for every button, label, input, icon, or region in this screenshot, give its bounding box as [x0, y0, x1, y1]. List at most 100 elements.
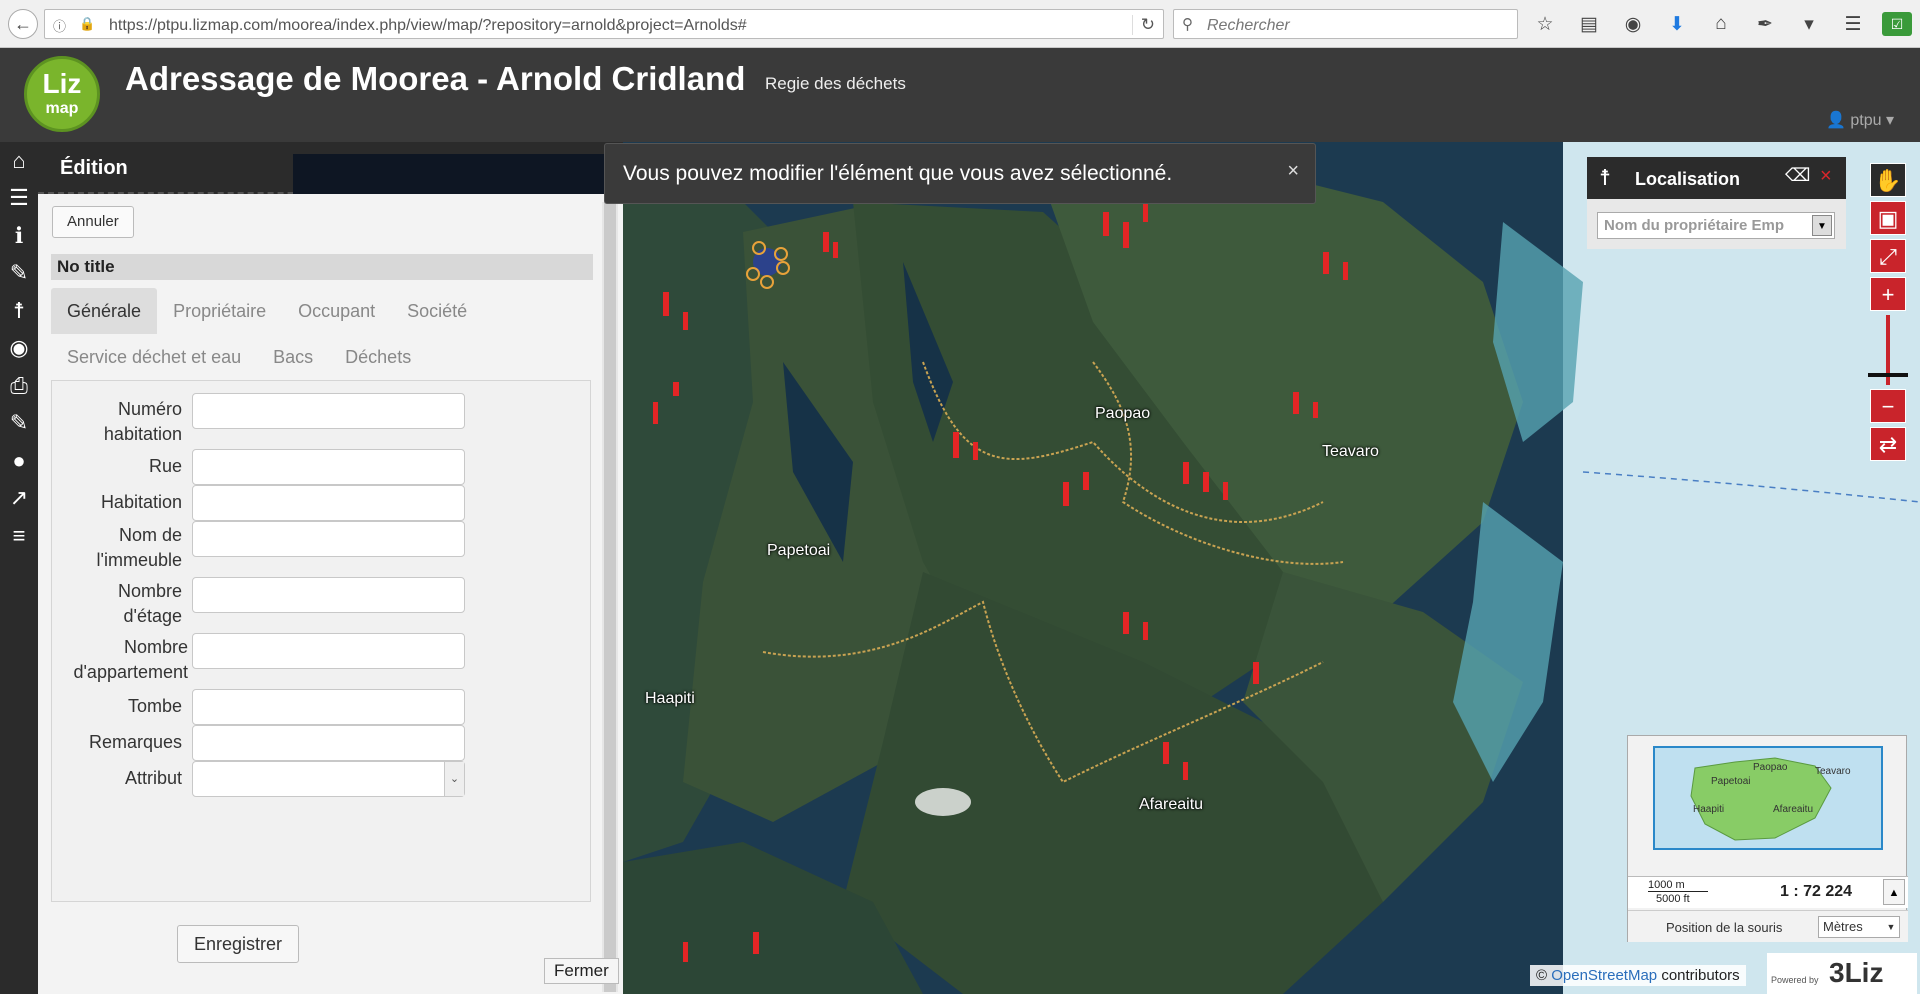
- browser-search-input[interactable]: ⚲ Rechercher: [1173, 9, 1518, 39]
- scale-value: 1 : 72 224: [1780, 883, 1853, 900]
- lock-icon: 🔒: [79, 16, 96, 31]
- localisation-panel: ☨ Localisation ⌫ × Nom du propriétaire E…: [1587, 157, 1846, 249]
- field-label: Rue: [148, 456, 182, 476]
- tab-occupant[interactable]: Occupant: [282, 288, 391, 334]
- home-icon[interactable]: ⌂: [1706, 13, 1736, 35]
- scale-line: 1000 m 5000 ft 1 : 72 224 ▲: [1628, 876, 1908, 908]
- zoom-extent-icon[interactable]: ⤢: [1870, 239, 1906, 273]
- attribution-suffix: contributors: [1661, 967, 1740, 984]
- attribut-select[interactable]: ⌄: [192, 761, 465, 797]
- locate-icon[interactable]: ☨: [0, 292, 38, 330]
- place-label-paopao: Paopao: [1095, 405, 1151, 422]
- field-label: Nombre d'étage: [117, 581, 182, 626]
- zoom-handle[interactable]: [1868, 373, 1908, 377]
- alert-close-icon[interactable]: ×: [1287, 160, 1299, 183]
- extension-icon[interactable]: ☑: [1882, 12, 1912, 36]
- cancel-button[interactable]: Annuler: [52, 206, 134, 238]
- info-icon[interactable]: ⓘ: [53, 16, 66, 35]
- bookmark-star-icon[interactable]: ☆: [1530, 13, 1560, 36]
- geolocation-icon[interactable]: ◉: [0, 330, 38, 368]
- tab-dechets[interactable]: Déchets: [329, 334, 427, 380]
- tools-icon[interactable]: ✒: [1750, 13, 1780, 36]
- localisation-select[interactable]: Nom du propriétaire Emp ▼: [1597, 212, 1835, 239]
- overview-minimap[interactable]: Paopao Teavaro Papetoai Haapiti Afareait…: [1653, 746, 1883, 850]
- download-icon[interactable]: ⬇: [1662, 13, 1692, 36]
- history-previous-icon[interactable]: ⇄: [1870, 427, 1906, 461]
- chevron-down-icon: ▼: [1886, 922, 1896, 932]
- numero-habitation-input[interactable]: [192, 393, 465, 429]
- tab-service-dechet-eau[interactable]: Service déchet et eau: [51, 334, 257, 380]
- dropdown-icon[interactable]: ▾: [1794, 13, 1824, 36]
- list-icon[interactable]: ≡: [0, 517, 38, 555]
- zoom-slider[interactable]: [1868, 315, 1908, 385]
- tab-generale[interactable]: Générale: [51, 288, 158, 334]
- zoom-out-icon[interactable]: −: [1870, 389, 1906, 423]
- browser-toolbar: ← ⓘ 🔒 https://ptpu.lizmap.com/moorea/ind…: [0, 0, 1920, 48]
- rue-input[interactable]: [192, 449, 465, 485]
- overview-label-haapiti: Haapiti: [1693, 804, 1725, 815]
- tab-bacs[interactable]: Bacs: [257, 334, 329, 380]
- overview-map: Paopao Teavaro Papetoai Haapiti Afareait…: [1627, 735, 1908, 942]
- reload-icon[interactable]: ↻: [1131, 15, 1155, 35]
- overview-toggle-icon[interactable]: ▲: [1883, 879, 1905, 905]
- habitation-input[interactable]: [192, 485, 465, 521]
- field-label: Nom de l'immeuble: [96, 525, 182, 570]
- left-menu: ⌂ ☰ ℹ ✎ ☨ ◉ ⎙ ✎ ● ↗ ≡: [0, 142, 38, 994]
- eraser-icon[interactable]: ⌫: [1785, 165, 1810, 186]
- tombe-input[interactable]: [192, 689, 465, 725]
- field-label: Tombe: [127, 696, 182, 716]
- edition-dock: Édition × Annuler No title Générale Prop…: [38, 142, 623, 994]
- address-bar[interactable]: ⓘ 🔒 https://ptpu.lizmap.com/moorea/index…: [44, 9, 1164, 39]
- nombre-etage-input[interactable]: [192, 577, 465, 613]
- share-icon[interactable]: ↗: [0, 480, 38, 518]
- form-tabs-row-2: Service déchet et eau Bacs Déchets: [51, 334, 427, 380]
- unit-select[interactable]: Mètres ▼: [1818, 916, 1900, 938]
- menu-icon[interactable]: ☰: [1838, 13, 1868, 36]
- pan-hand-icon[interactable]: ✋: [1870, 163, 1906, 197]
- pocket-icon[interactable]: ◉: [1618, 13, 1648, 36]
- field-label: Attribut: [124, 768, 182, 788]
- back-icon[interactable]: ←: [8, 9, 38, 39]
- nom-immeuble-input[interactable]: [192, 521, 465, 557]
- zoom-box-icon[interactable]: ▣: [1870, 201, 1906, 235]
- lizmap-logo[interactable]: Liz map: [24, 56, 100, 132]
- tab-societe[interactable]: Société: [391, 288, 483, 334]
- nombre-appartement-input[interactable]: [192, 633, 465, 669]
- powered-by-logo[interactable]: Powered by 3Liz: [1767, 953, 1917, 994]
- remarques-input[interactable]: [192, 725, 465, 761]
- brand-text: 3Liz: [1829, 957, 1884, 988]
- url-text[interactable]: https://ptpu.lizmap.com/moorea/index.php…: [109, 17, 747, 35]
- zoom-in-icon[interactable]: +: [1870, 277, 1906, 311]
- field-label: Numéro habitation: [103, 399, 182, 444]
- layers-icon[interactable]: ☰: [0, 180, 38, 218]
- user-menu[interactable]: 👤 ptpu ▾: [1826, 110, 1894, 130]
- place-label-teavaro: Teavaro: [1322, 443, 1379, 460]
- scrollbar-thumb[interactable]: [604, 202, 616, 992]
- localisation-title: Localisation: [1635, 169, 1741, 189]
- measure-icon[interactable]: ✎: [0, 405, 38, 443]
- overview-label-teavaro: Teavaro: [1815, 766, 1851, 777]
- chevron-down-icon: ⌄: [444, 762, 464, 796]
- chevron-down-icon[interactable]: ▼: [1812, 215, 1832, 236]
- close-button[interactable]: Fermer: [544, 958, 619, 984]
- edit-alert: Vous pouvez modifier l'élément que vous …: [604, 143, 1316, 204]
- form-title: No title: [51, 254, 593, 280]
- field-label: Remarques: [88, 732, 182, 752]
- localisation-header: ☨ Localisation ⌫ ×: [1587, 157, 1846, 199]
- unit-value: Mètres: [1823, 919, 1863, 934]
- dock-header: Édition: [38, 142, 623, 194]
- localisation-close-icon[interactable]: ×: [1820, 165, 1832, 188]
- info-icon[interactable]: ℹ: [0, 217, 38, 255]
- dock-scrollbar[interactable]: [602, 202, 618, 992]
- logo-text-top: Liz: [42, 68, 82, 99]
- localisation-placeholder: Nom du propriétaire Emp: [1604, 217, 1785, 234]
- reading-list-icon[interactable]: ▤: [1574, 13, 1604, 36]
- tab-proprietaire[interactable]: Propriétaire: [157, 288, 282, 334]
- osm-link[interactable]: OpenStreetMap: [1551, 967, 1657, 984]
- home-icon[interactable]: ⌂: [0, 142, 38, 180]
- comment-icon[interactable]: ●: [0, 442, 38, 480]
- print-icon[interactable]: ⎙: [0, 367, 38, 405]
- field-label: Habitation: [100, 492, 182, 512]
- save-button[interactable]: Enregistrer: [177, 925, 300, 963]
- edit-icon[interactable]: ✎: [0, 255, 38, 293]
